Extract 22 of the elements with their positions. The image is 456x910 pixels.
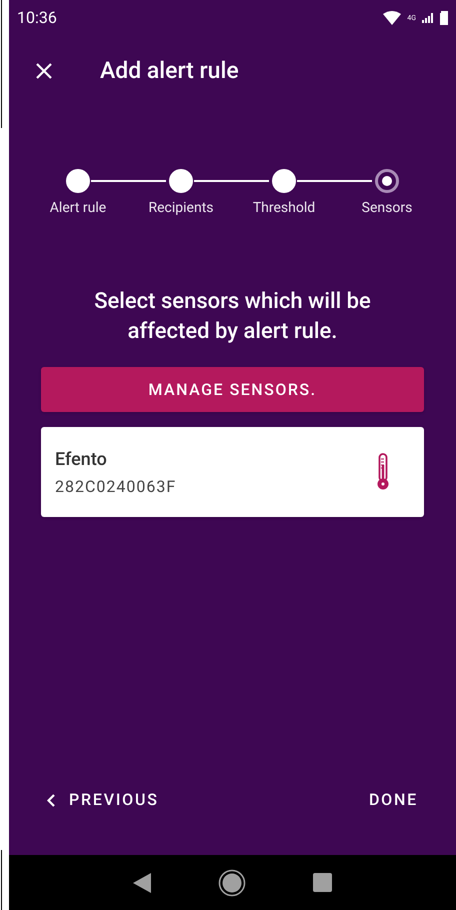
done-button[interactable]: DONE <box>360 782 426 818</box>
sensor-serial: 282C0240063F <box>55 476 176 498</box>
sensor-card[interactable]: Efento 282C0240063F <box>41 427 424 517</box>
manage-sensors-button[interactable]: MANAGE SENSORS. <box>41 367 424 412</box>
step-label: Sensors <box>362 199 412 218</box>
status-time: 10:36 <box>17 7 57 29</box>
close-icon <box>35 62 53 80</box>
instruction-heading: Select sensors which will be affected by alert rule. <box>93 288 372 346</box>
back-icon[interactable] <box>132 872 151 892</box>
step-label: Alert rule <box>50 199 106 218</box>
step-label: Recipients <box>148 199 214 218</box>
thermometer-icon <box>376 453 390 491</box>
step-label: Threshold <box>252 199 316 218</box>
battery-icon <box>440 11 448 25</box>
wifi-icon <box>383 11 402 25</box>
chevron-left-icon <box>47 794 55 806</box>
sensor-name: Efento <box>55 448 108 472</box>
recents-icon[interactable] <box>313 873 332 892</box>
home-icon[interactable] <box>218 868 246 896</box>
signal-icon <box>422 13 434 23</box>
previous-button[interactable]: PREVIOUS <box>35 782 171 818</box>
screen-title: Add alert rule <box>100 56 239 86</box>
